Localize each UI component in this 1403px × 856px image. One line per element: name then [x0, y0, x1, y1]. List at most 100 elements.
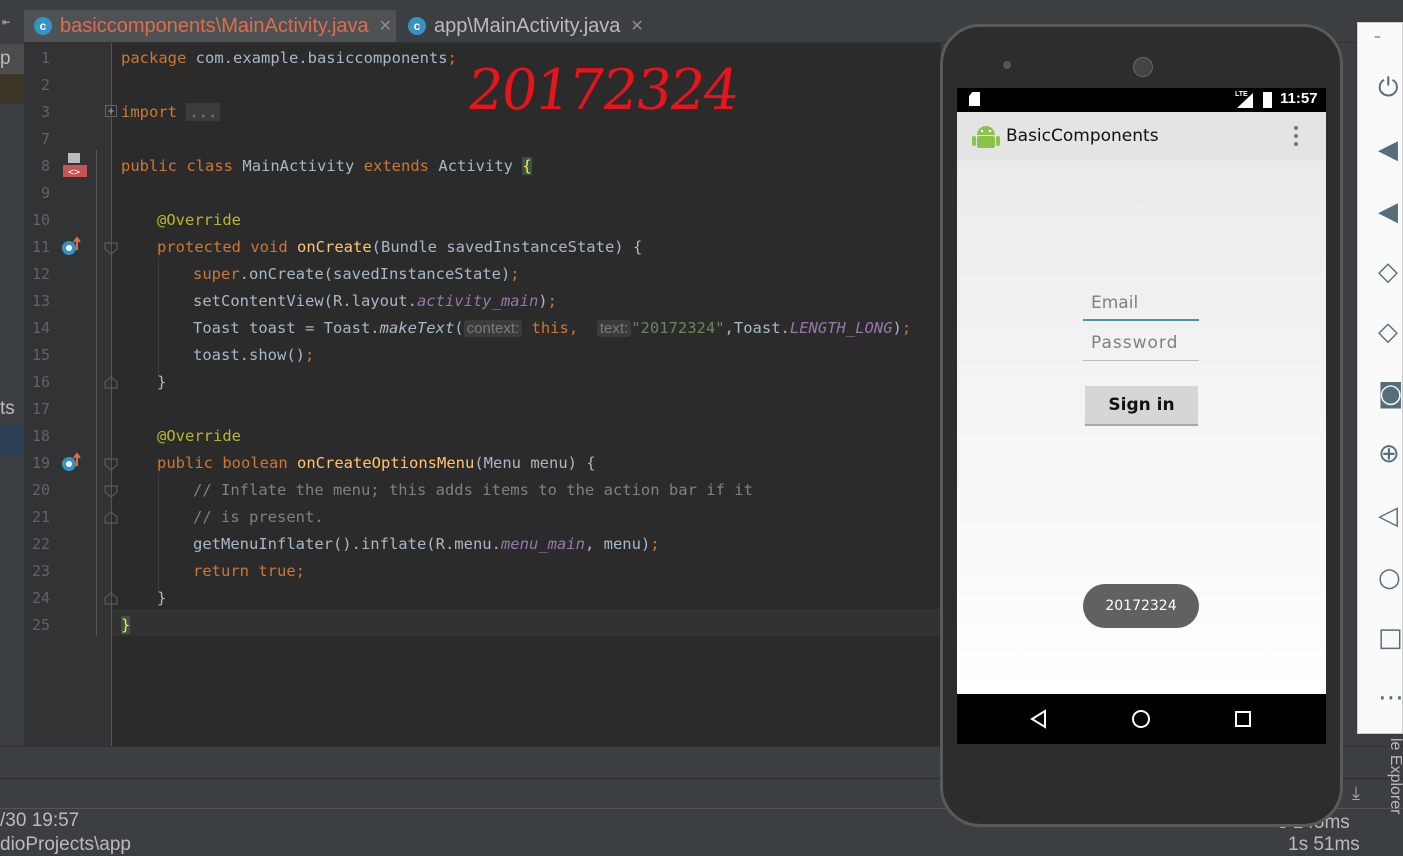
keyword: super — [193, 265, 240, 283]
keyword: protected — [157, 238, 241, 256]
lte-label: LTE — [1235, 91, 1248, 98]
left-strip-blue-selection — [0, 426, 24, 456]
fold-end-icon[interactable] — [104, 591, 118, 610]
emulator-side-panel: – ⏻ ◀ ◀ ◇ ◇ ◙ ⊕ ◁ ○ □ ⋯ — [1357, 22, 1403, 734]
line-number: 1 — [40, 49, 50, 67]
overflow-menu-icon[interactable] — [1294, 124, 1298, 148]
device-explorer-label: le Explorer — [1387, 738, 1403, 815]
code-line-1: package com.example.basiccomponents; — [121, 49, 457, 67]
status-time: 11:57 — [1280, 90, 1318, 107]
code-text: ,Toast. — [724, 319, 790, 337]
code-line-8: public class MainActivity extends Activi… — [121, 157, 532, 175]
collapse-icon[interactable]: ⇤ — [2, 14, 10, 30]
more-icon[interactable]: ⋯ — [1378, 683, 1403, 713]
app-title: BasicComponents — [1006, 126, 1159, 146]
method-name: onCreate — [297, 238, 372, 256]
keyword: true — [249, 562, 296, 580]
overview-icon[interactable] — [1234, 710, 1252, 732]
line-number: 22 — [31, 535, 50, 553]
camera-icon[interactable]: ◙ — [1378, 379, 1403, 409]
field-ref: activity_main — [416, 292, 539, 310]
close-icon[interactable]: ✕ — [379, 16, 392, 36]
email-field[interactable]: Email — [1083, 293, 1199, 321]
tab-label: basiccomponents\MainActivity.java — [60, 14, 369, 37]
rotate-right-icon[interactable]: ◇ — [1378, 317, 1398, 347]
line-number: 17 — [31, 400, 50, 418]
line-number: 2 — [40, 76, 50, 94]
keyword: boolean — [222, 454, 288, 472]
keyword: package — [121, 49, 187, 67]
fold-end-icon[interactable] — [104, 510, 118, 529]
code-line-16: } — [157, 373, 167, 391]
rotate-left-icon[interactable]: ◇ — [1378, 257, 1398, 287]
zoom-icon[interactable]: ⊕ — [1378, 439, 1400, 469]
method-name: onCreateOptionsMenu — [297, 454, 475, 472]
field-ref: menu_main — [500, 535, 585, 553]
volume-up-icon[interactable]: ◀ — [1378, 135, 1398, 165]
overview-icon[interactable]: □ — [1378, 623, 1403, 653]
semicolon: ; — [447, 49, 457, 67]
line-number: 14 — [31, 319, 50, 337]
back-icon[interactable]: ◁ — [1378, 501, 1398, 531]
folded-imports[interactable]: ... — [186, 103, 221, 121]
power-icon[interactable]: ⏻ — [1378, 73, 1399, 104]
code-editor[interactable] — [111, 43, 941, 746]
left-strip-top — [0, 0, 24, 10]
semicolon: ; — [304, 346, 315, 364]
code-line-12: super.onCreate(savedInstanceState); — [193, 265, 520, 283]
keyword: public — [121, 157, 177, 175]
line-number: 10 — [31, 211, 50, 229]
minimize-icon[interactable]: – — [1374, 29, 1381, 45]
line-number: 9 — [40, 184, 50, 202]
override-method-icon[interactable] — [60, 236, 84, 258]
emulator-screen[interactable]: LTE 11:57 BasicComponents Email Password… — [957, 88, 1326, 744]
event-timestamp: /30 19:57 — [0, 810, 80, 831]
fold-collapse-icon[interactable] — [104, 483, 118, 502]
fold-collapse-icon[interactable] — [104, 456, 118, 475]
code-text: Toast toast = Toast. — [193, 319, 380, 337]
code-line-21: // is present. — [193, 508, 324, 526]
line-number: 25 — [31, 616, 50, 634]
code-text: .onCreate(savedInstanceState) — [239, 265, 511, 283]
keyword: void — [250, 238, 288, 256]
keyword: public — [157, 454, 213, 472]
android-app-icon — [971, 121, 1001, 151]
string-literal: "20172324" — [631, 319, 725, 337]
keyword: class — [186, 157, 234, 175]
download-icon[interactable]: ⤓ — [1352, 783, 1360, 804]
semicolon: ; — [901, 319, 912, 337]
tab-basiccomponents-mainactivity[interactable]: c basiccomponents\MainActivity.java ✕ — [24, 10, 396, 42]
keyword: this — [522, 319, 569, 337]
device-explorer-tab[interactable]: le Explorer — [1384, 738, 1403, 818]
password-field[interactable]: Password — [1083, 333, 1199, 361]
line-number: 18 — [31, 427, 50, 445]
line-number: 20 — [31, 481, 50, 499]
line-number: 23 — [31, 562, 50, 580]
code-text: toast.show() — [193, 346, 305, 364]
close-icon[interactable]: ✕ — [630, 16, 643, 36]
sign-in-button[interactable]: Sign in — [1085, 386, 1198, 426]
tab-label: app\MainActivity.java — [434, 14, 621, 37]
indent-guide — [158, 258, 159, 376]
handwritten-annotation: 20172324 — [463, 58, 742, 123]
override-method-icon[interactable] — [60, 452, 84, 474]
code-text: (Menu menu) { — [474, 454, 596, 472]
front-camera — [1003, 61, 1011, 69]
semicolon: ; — [547, 292, 557, 310]
back-icon[interactable] — [1029, 709, 1049, 733]
home-icon[interactable]: ○ — [1378, 563, 1401, 593]
svg-text:<>: <> — [68, 167, 80, 178]
fold-expand-icon[interactable] — [105, 105, 117, 117]
home-icon[interactable] — [1131, 709, 1151, 733]
tab-app-mainactivity[interactable]: c app\MainActivity.java ✕ — [398, 10, 654, 42]
code-line-10: @Override — [157, 211, 241, 229]
fold-collapse-icon[interactable] — [104, 240, 118, 259]
volume-down-icon[interactable]: ◀ — [1378, 197, 1398, 227]
action-bar: BasicComponents — [957, 112, 1326, 160]
keyword: return — [193, 562, 249, 580]
fold-end-icon[interactable] — [104, 375, 118, 394]
sd-card-icon — [969, 92, 980, 106]
activity-layout-icon[interactable]: <> — [62, 152, 88, 178]
battery-charging-icon — [1263, 92, 1272, 108]
annotation: @Override — [157, 427, 241, 445]
